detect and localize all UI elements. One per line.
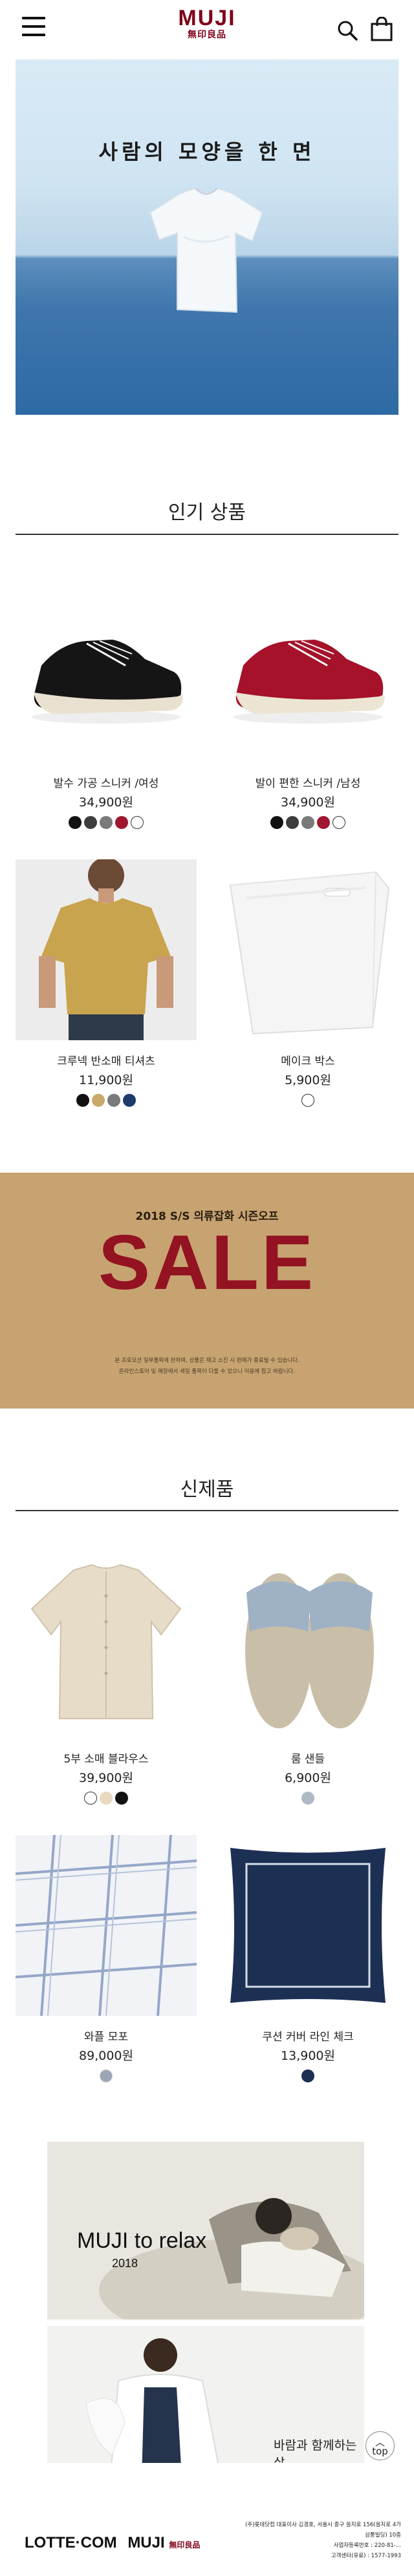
color-swatch[interactable] [317, 815, 330, 829]
company-registration: 사업자등록번호 : 220-81-... [333, 2542, 401, 2549]
color-swatches [217, 815, 398, 830]
color-swatch[interactable] [84, 1791, 97, 1805]
hero-banner[interactable]: 사람의 모양을 한 면 [16, 59, 398, 415]
color-swatch[interactable] [123, 1093, 136, 1107]
product-price: 89,000원 [79, 2049, 133, 2063]
color-swatch[interactable] [332, 815, 345, 829]
product-card[interactable]: 메이크 박스 5,900원 [217, 859, 398, 1107]
color-swatches [16, 2069, 197, 2083]
sale-headline: SALE [98, 1219, 316, 1306]
footer: LOTTE·COM MUJI 無印良品 (주)롯데닷컴 대표이사 김경호, 서울… [0, 2463, 414, 2576]
color-swatch[interactable] [92, 1093, 105, 1107]
relax-banner-year: 2018 [112, 2257, 138, 2270]
product-name[interactable]: 와플 모포 [16, 2027, 197, 2044]
product-image-storage-box[interactable] [217, 859, 398, 1040]
product-price: 13,900원 [281, 2049, 335, 2063]
color-swatch[interactable] [107, 1093, 120, 1107]
product-image-room-sandals[interactable] [217, 1557, 398, 1738]
color-swatch[interactable] [100, 815, 113, 829]
product-card[interactable]: 쿠션 커버 라인 체크 13,900원 [217, 1835, 398, 2083]
relax-banner-title: MUJI to relax [77, 2228, 207, 2253]
customer-center: 고객센터(유료) : 1577-1993 [331, 2553, 401, 2559]
color-swatches [16, 1791, 197, 1805]
divider [16, 534, 398, 535]
color-swatch[interactable] [84, 815, 97, 829]
product-name[interactable]: 룸 샌들 [217, 1750, 398, 1766]
product-image-tshirt[interactable] [16, 859, 197, 1040]
sale-note-line: 온라인스토어 및 매장에서 세일 품목이 다를 수 있으니 이용에 참고 바랍니… [118, 1368, 296, 1375]
top-label: top [372, 2445, 388, 2457]
product-name[interactable]: 쿠션 커버 라인 체크 [217, 2027, 398, 2044]
company-info: (주)롯데닷컴 대표이사 김경호, 서울시 중구 을지로 156(을지로 4가 … [239, 2520, 401, 2561]
sale-note: 본 프로모션 일부품목에 한하며, 상품은 재고 소진 시 판매가 종료될 수 … [65, 1356, 349, 1377]
company-address: (주)롯데닷컴 대표이사 김경호, 서울시 중구 을지로 156(을지로 4가 … [245, 2522, 401, 2539]
product-name[interactable]: 5부 소매 블라우스 [16, 1750, 197, 1766]
color-swatch[interactable] [301, 815, 314, 829]
search-icon[interactable] [336, 19, 358, 41]
product-name[interactable]: 크루넥 반소매 티셔츠 [16, 1052, 197, 1068]
product-card[interactable]: 5부 소매 블라우스 39,900원 [16, 1557, 197, 1805]
product-card[interactable]: 룸 샌들 6,900원 [217, 1557, 398, 1805]
product-image-waffle-blanket[interactable] [16, 1835, 197, 2016]
product-card[interactable]: 크루넥 반소매 티셔츠 11,900원 [16, 859, 197, 1107]
sale-note-line: 본 프로모션 일부품목에 한하며, 상품은 재고 소진 시 판매가 종료될 수 … [114, 1357, 300, 1364]
color-swatch[interactable] [100, 1791, 113, 1805]
relax-banner[interactable]: MUJI to relax 2018 [47, 2142, 364, 2319]
product-name[interactable]: 발이 편한 스니커 /남성 [217, 774, 398, 790]
product-card[interactable]: 발수 가공 스니커 /여성 34,900원 [16, 581, 197, 830]
shopping-bag-icon[interactable] [370, 17, 393, 41]
color-swatch[interactable] [286, 815, 299, 829]
color-swatches [16, 815, 197, 830]
product-card[interactable]: 발이 편한 스니커 /남성 34,900원 [217, 581, 398, 830]
color-swatches [217, 1791, 398, 1805]
color-swatch[interactable] [69, 815, 82, 829]
product-image-sneaker-black[interactable] [16, 581, 197, 762]
product-price: 34,900원 [79, 795, 133, 810]
sale-banner[interactable]: 2018 S/S 의류잡화 시즌오프 SALE 본 프로모션 일부품목에 한하며… [0, 1173, 414, 1408]
color-swatch[interactable] [76, 1093, 89, 1107]
product-image-blouse[interactable] [16, 1557, 197, 1738]
product-price: 5,900원 [285, 1073, 331, 1087]
footer-logos: LOTTE·COM MUJI 無印良品 [25, 2534, 200, 2552]
hero-title: 사람의 모양을 한 면 [98, 140, 316, 164]
tshirt-image [149, 187, 264, 313]
header: MUJI 無印良品 [0, 0, 414, 59]
product-image-cushion-cover[interactable] [217, 1835, 398, 2016]
product-price: 11,900원 [79, 1073, 133, 1087]
color-swatches [16, 1093, 197, 1107]
color-swatches [217, 2069, 398, 2083]
color-swatches [217, 1093, 398, 1107]
color-swatch[interactable] [270, 815, 283, 829]
product-price: 6,900원 [285, 1771, 331, 1785]
color-swatch[interactable] [115, 1791, 128, 1805]
lotte-com-logo[interactable]: LOTTE·COM [25, 2534, 117, 2551]
color-swatch[interactable] [131, 815, 144, 829]
product-price: 39,900원 [79, 1771, 133, 1785]
product-name[interactable]: 발수 가공 스니커 /여성 [16, 774, 197, 790]
muji-footer-kanji: 無印良品 [169, 2540, 201, 2550]
new-items-section-title: 신제품 [180, 1478, 234, 1501]
color-swatch[interactable] [100, 2069, 113, 2082]
product-name[interactable]: 메이크 박스 [217, 1052, 398, 1068]
scroll-top-button[interactable]: ︿ top [365, 2431, 395, 2460]
muji-footer-logo[interactable]: MUJI [127, 2534, 164, 2551]
product-image-sneaker-red[interactable] [217, 581, 398, 762]
color-swatch[interactable] [301, 2069, 314, 2082]
color-swatch[interactable] [115, 815, 128, 829]
product-card[interactable]: 와플 모포 89,000원 [16, 1835, 197, 2083]
color-swatch[interactable] [301, 1093, 314, 1107]
product-price: 34,900원 [281, 795, 335, 810]
color-swatch[interactable] [301, 1791, 314, 1805]
divider [16, 1510, 398, 1511]
popular-section-title: 인기 상품 [168, 501, 246, 524]
